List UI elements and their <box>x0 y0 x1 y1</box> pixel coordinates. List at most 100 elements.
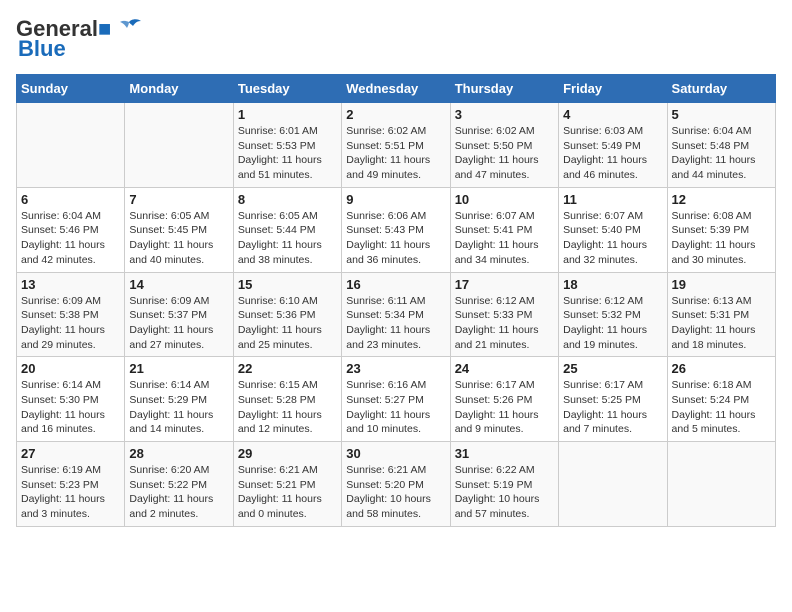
logo: General■ Blue <box>16 16 143 62</box>
week-row-3: 13Sunrise: 6:09 AMSunset: 5:38 PMDayligh… <box>17 272 776 357</box>
week-row-1: 1 Sunrise: 6:01 AMSunset: 5:53 PMDaylight… <box>17 103 776 188</box>
day-detail: Sunrise: 6:16 AMSunset: 5:27 PMDaylight:… <box>346 378 445 437</box>
day-detail: Sunrise: 6:01 AMSunset: 5:53 PMDaylight:… <box>238 124 337 183</box>
day-detail: Sunrise: 6:08 AMSunset: 5:39 PMDaylight:… <box>672 209 771 268</box>
day-number: 12 <box>672 192 771 207</box>
calendar-cell: 17Sunrise: 6:12 AMSunset: 5:33 PMDayligh… <box>450 272 558 357</box>
calendar-cell: 15Sunrise: 6:10 AMSunset: 5:36 PMDayligh… <box>233 272 341 357</box>
day-number: 20 <box>21 361 120 376</box>
calendar-cell: 22 Sunrise: 6:15 AMSunset: 5:28 PMDayligh… <box>233 357 341 442</box>
day-number: 19 <box>672 277 771 292</box>
day-number: 5 <box>672 107 771 122</box>
day-number: 13 <box>21 277 120 292</box>
day-number: 7 <box>129 192 228 207</box>
day-number: 14 <box>129 277 228 292</box>
day-detail: Sunrise: 6:18 AMSunset: 5:24 PMDaylight:… <box>672 378 771 437</box>
day-detail: Sunrise: 6:14 AMSunset: 5:29 PMDaylight:… <box>129 378 228 437</box>
calendar-cell: 2 Sunrise: 6:02 AMSunset: 5:51 PMDaylight… <box>342 103 450 188</box>
day-detail: Sunrise: 6:12 AMSunset: 5:33 PMDaylight:… <box>455 294 554 353</box>
calendar-cell: 24 Sunrise: 6:17 AMSunset: 5:26 PMDayligh… <box>450 357 558 442</box>
day-number: 23 <box>346 361 445 376</box>
day-number: 1 <box>238 107 337 122</box>
header-monday: Monday <box>125 75 233 103</box>
day-number: 25 <box>563 361 662 376</box>
day-detail: Sunrise: 6:02 AMSunset: 5:51 PMDaylight:… <box>346 124 445 183</box>
day-detail: Sunrise: 6:10 AMSunset: 5:36 PMDaylight:… <box>238 294 337 353</box>
calendar-cell: 14 Sunrise: 6:09 AMSunset: 5:37 PMDayligh… <box>125 272 233 357</box>
page-header: General■ Blue <box>16 16 776 62</box>
calendar-cell: 25 Sunrise: 6:17 AMSunset: 5:25 PMDayligh… <box>559 357 667 442</box>
calendar-cell: 26 Sunrise: 6:18 AMSunset: 5:24 PMDayligh… <box>667 357 775 442</box>
day-number: 22 <box>238 361 337 376</box>
day-number: 28 <box>129 446 228 461</box>
day-detail: Sunrise: 6:19 AMSunset: 5:23 PMDaylight:… <box>21 463 120 522</box>
day-detail: Sunrise: 6:05 AMSunset: 5:45 PMDaylight:… <box>129 209 228 268</box>
day-detail: Sunrise: 6:09 AMSunset: 5:37 PMDaylight:… <box>129 294 228 353</box>
calendar-cell: 3 Sunrise: 6:02 AMSunset: 5:50 PMDaylight… <box>450 103 558 188</box>
day-detail: Sunrise: 6:12 AMSunset: 5:32 PMDaylight:… <box>563 294 662 353</box>
calendar-cell: 7 Sunrise: 6:05 AMSunset: 5:45 PMDaylight… <box>125 187 233 272</box>
day-number: 6 <box>21 192 120 207</box>
day-detail: Sunrise: 6:11 AMSunset: 5:34 PMDaylight:… <box>346 294 445 353</box>
calendar-cell: 21 Sunrise: 6:14 AMSunset: 5:29 PMDayligh… <box>125 357 233 442</box>
day-number: 11 <box>563 192 662 207</box>
day-number: 24 <box>455 361 554 376</box>
day-detail: Sunrise: 6:15 AMSunset: 5:28 PMDaylight:… <box>238 378 337 437</box>
day-number: 8 <box>238 192 337 207</box>
calendar-cell: 12 Sunrise: 6:08 AMSunset: 5:39 PMDayligh… <box>667 187 775 272</box>
calendar-cell <box>667 442 775 527</box>
calendar-cell: 27Sunrise: 6:19 AMSunset: 5:23 PMDayligh… <box>17 442 125 527</box>
day-detail: Sunrise: 6:03 AMSunset: 5:49 PMDaylight:… <box>563 124 662 183</box>
day-number: 16 <box>346 277 445 292</box>
day-detail: Sunrise: 6:06 AMSunset: 5:43 PMDaylight:… <box>346 209 445 268</box>
day-detail: Sunrise: 6:21 AMSunset: 5:21 PMDaylight:… <box>238 463 337 522</box>
calendar-table: SundayMondayTuesdayWednesdayThursdayFrid… <box>16 74 776 527</box>
logo-bird-icon <box>115 18 143 40</box>
header-sunday: Sunday <box>17 75 125 103</box>
calendar-cell: 8 Sunrise: 6:05 AMSunset: 5:44 PMDaylight… <box>233 187 341 272</box>
calendar-cell <box>17 103 125 188</box>
day-number: 31 <box>455 446 554 461</box>
week-row-4: 20 Sunrise: 6:14 AMSunset: 5:30 PMDayligh… <box>17 357 776 442</box>
day-detail: Sunrise: 6:17 AMSunset: 5:26 PMDaylight:… <box>455 378 554 437</box>
day-number: 18 <box>563 277 662 292</box>
day-detail: Sunrise: 6:05 AMSunset: 5:44 PMDaylight:… <box>238 209 337 268</box>
day-detail: Sunrise: 6:17 AMSunset: 5:25 PMDaylight:… <box>563 378 662 437</box>
logo-blue-text: Blue <box>18 36 66 62</box>
day-detail: Sunrise: 6:04 AMSunset: 5:46 PMDaylight:… <box>21 209 120 268</box>
calendar-cell: 9 Sunrise: 6:06 AMSunset: 5:43 PMDaylight… <box>342 187 450 272</box>
calendar-cell <box>559 442 667 527</box>
day-detail: Sunrise: 6:20 AMSunset: 5:22 PMDaylight:… <box>129 463 228 522</box>
calendar-cell: 20 Sunrise: 6:14 AMSunset: 5:30 PMDayligh… <box>17 357 125 442</box>
header-saturday: Saturday <box>667 75 775 103</box>
day-number: 9 <box>346 192 445 207</box>
header-wednesday: Wednesday <box>342 75 450 103</box>
day-detail: Sunrise: 6:02 AMSunset: 5:50 PMDaylight:… <box>455 124 554 183</box>
day-detail: Sunrise: 6:22 AMSunset: 5:19 PMDaylight:… <box>455 463 554 522</box>
calendar-cell <box>125 103 233 188</box>
calendar-cell: 31 Sunrise: 6:22 AMSunset: 5:19 PMDayligh… <box>450 442 558 527</box>
day-number: 21 <box>129 361 228 376</box>
calendar-cell: 30Sunrise: 6:21 AMSunset: 5:20 PMDayligh… <box>342 442 450 527</box>
calendar-cell: 29 Sunrise: 6:21 AMSunset: 5:21 PMDayligh… <box>233 442 341 527</box>
day-detail: Sunrise: 6:07 AMSunset: 5:40 PMDaylight:… <box>563 209 662 268</box>
day-number: 3 <box>455 107 554 122</box>
week-row-2: 6 Sunrise: 6:04 AMSunset: 5:46 PMDaylight… <box>17 187 776 272</box>
calendar-cell: 4Sunrise: 6:03 AMSunset: 5:49 PMDaylight… <box>559 103 667 188</box>
header-friday: Friday <box>559 75 667 103</box>
day-number: 26 <box>672 361 771 376</box>
day-detail: Sunrise: 6:14 AMSunset: 5:30 PMDaylight:… <box>21 378 120 437</box>
header-tuesday: Tuesday <box>233 75 341 103</box>
day-detail: Sunrise: 6:13 AMSunset: 5:31 PMDaylight:… <box>672 294 771 353</box>
calendar-cell: 10Sunrise: 6:07 AMSunset: 5:41 PMDayligh… <box>450 187 558 272</box>
calendar-cell: 1 Sunrise: 6:01 AMSunset: 5:53 PMDaylight… <box>233 103 341 188</box>
day-number: 2 <box>346 107 445 122</box>
header-thursday: Thursday <box>450 75 558 103</box>
calendar-cell: 19 Sunrise: 6:13 AMSunset: 5:31 PMDayligh… <box>667 272 775 357</box>
day-number: 10 <box>455 192 554 207</box>
day-detail: Sunrise: 6:04 AMSunset: 5:48 PMDaylight:… <box>672 124 771 183</box>
calendar-header-row: SundayMondayTuesdayWednesdayThursdayFrid… <box>17 75 776 103</box>
calendar-cell: 23 Sunrise: 6:16 AMSunset: 5:27 PMDayligh… <box>342 357 450 442</box>
day-number: 29 <box>238 446 337 461</box>
calendar-cell: 28 Sunrise: 6:20 AMSunset: 5:22 PMDayligh… <box>125 442 233 527</box>
